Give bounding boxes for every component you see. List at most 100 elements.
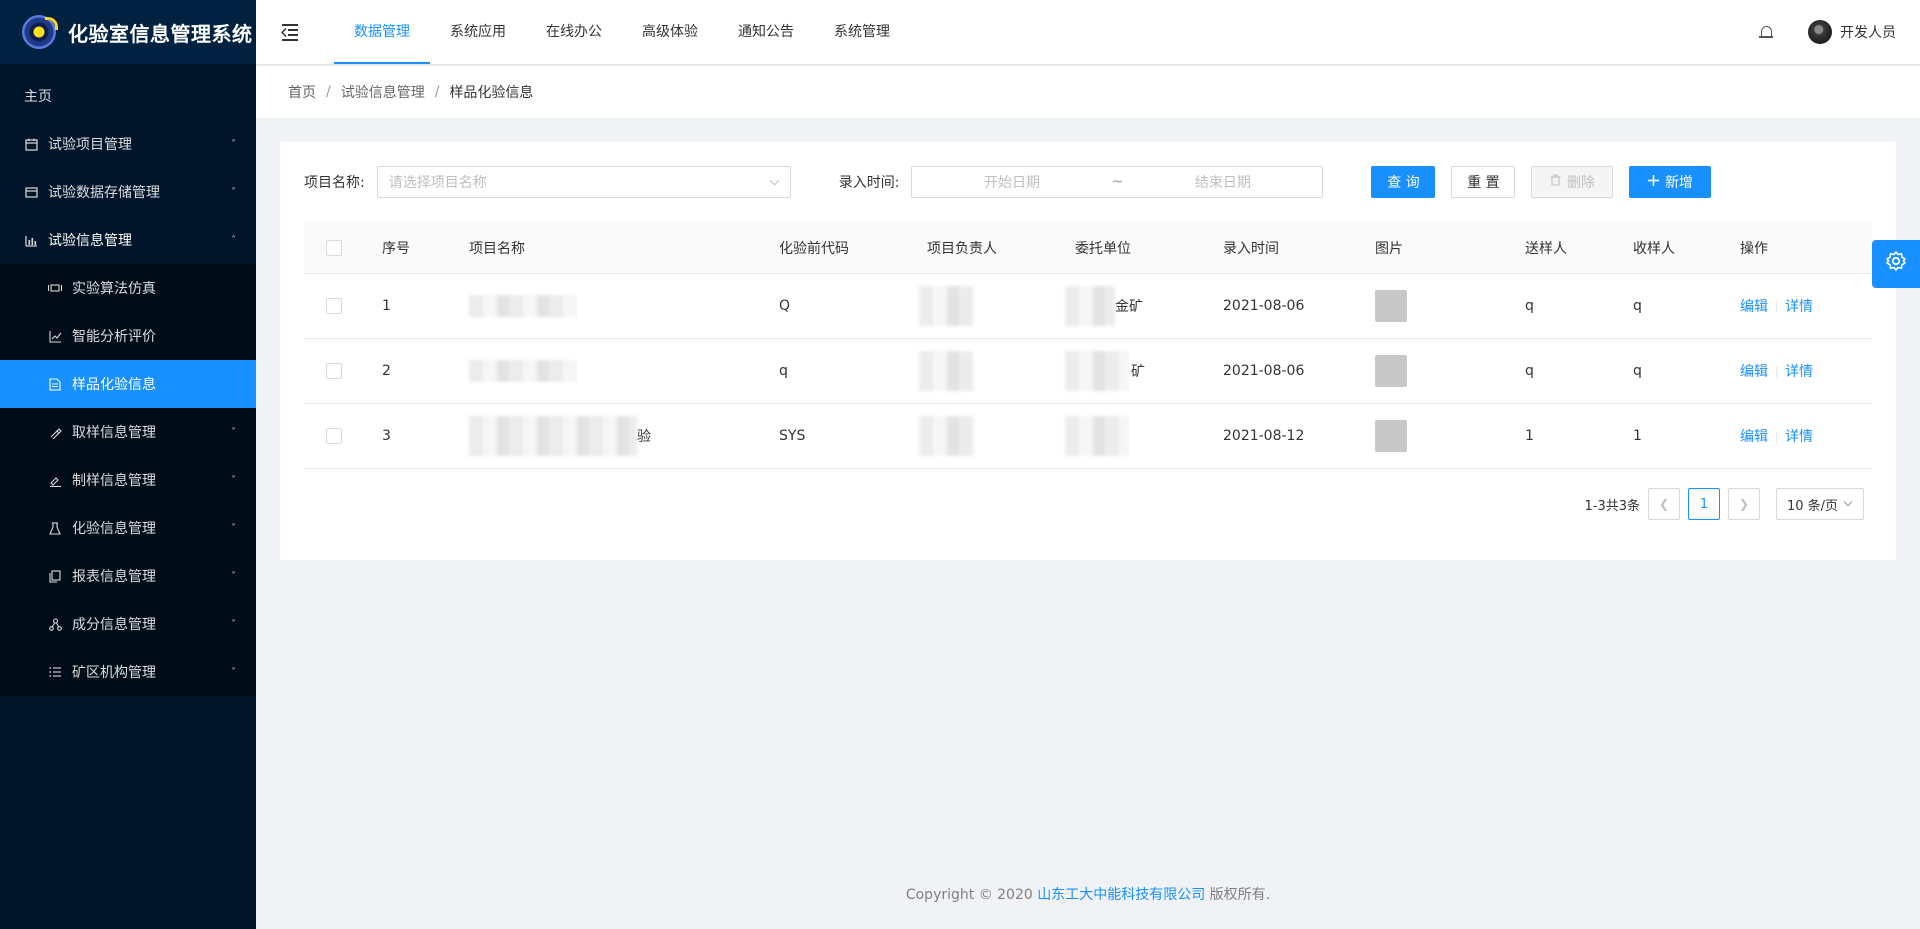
sidebar-item-home[interactable]: 主页 (0, 72, 256, 120)
redacted-text (1065, 286, 1115, 326)
sidebar-item-sampling[interactable]: 取样信息管理 ˅ (0, 408, 256, 456)
company-link[interactable]: 山东工大中能科技有限公司 (1037, 887, 1205, 903)
pagination: 1-3共3条 ❮ 1 ❯ 10 条/页 (1584, 488, 1864, 520)
app-title: 化验室信息管理系统 (68, 21, 253, 46)
sidebar-item-label: 矿区机构管理 (72, 665, 156, 681)
col-header-index: 序号 (382, 240, 410, 257)
select-all-checkbox[interactable] (326, 239, 342, 256)
menu-fold-icon[interactable] (278, 20, 302, 44)
redacted-text (1065, 416, 1129, 456)
redacted-text (919, 286, 973, 326)
chevron-down-icon: ˅ (231, 618, 236, 630)
copy-icon (48, 569, 62, 583)
end-date-input[interactable]: 结束日期 (1123, 172, 1322, 192)
detail-link[interactable]: 详情 (1785, 429, 1813, 445)
sidebar: 化验室信息管理系统 主页 试验项目管理 ˅ 试验数据存储管理 ˅ 试验信息管理 … (0, 0, 256, 929)
date-range-picker[interactable]: 开始日期 ~ 结束日期 (911, 166, 1324, 198)
edit-link[interactable]: 编辑 (1740, 429, 1768, 445)
cell-actions: 编辑 详情 (1740, 361, 1860, 381)
sidebar-item-label: 实验算法仿真 (72, 281, 156, 297)
sample-thumbnail[interactable] (1375, 355, 1407, 387)
page-size-select[interactable]: 10 条/页 (1776, 488, 1864, 520)
col-header-image: 图片 (1375, 240, 1403, 257)
cell-project-name: 验 (469, 416, 779, 456)
row-checkbox[interactable] (326, 363, 342, 379)
sidebar-item-assay[interactable]: 化验信息管理 ˅ (0, 504, 256, 552)
next-page-button[interactable]: ❯ (1728, 488, 1760, 520)
sample-table: 序号 项目名称 化验前代码 项目负责人 委托单位 录入时间 图片 送样人 收样人… (304, 222, 1872, 469)
cell-receiver: 1 (1633, 428, 1642, 444)
sidebar-item-label: 报表信息管理 (72, 569, 156, 585)
cell-receiver: q (1633, 298, 1642, 314)
query-button[interactable]: 查 询 (1371, 166, 1436, 198)
sidebar-item-sample-assay[interactable]: 样品化验信息 (0, 360, 256, 408)
table-header: 序号 项目名称 化验前代码 项目负责人 委托单位 录入时间 图片 送样人 收样人… (304, 222, 1872, 274)
cell-actions: 编辑 详情 (1740, 296, 1860, 316)
detail-link[interactable]: 详情 (1785, 364, 1813, 380)
topnav-advanced-experience[interactable]: 高级体验 (622, 0, 718, 64)
sidebar-item-data-storage[interactable]: 试验数据存储管理 ˅ (0, 168, 256, 216)
logo[interactable]: 化验室信息管理系统 (0, 0, 256, 64)
table-row: 1 Q 金矿 2021-08-06 q q 编辑 详情 (304, 274, 1872, 339)
edit-link[interactable]: 编辑 (1740, 299, 1768, 315)
entry-time-label: 录入时间: (838, 175, 900, 191)
sidebar-item-composition[interactable]: 成分信息管理 ˅ (0, 600, 256, 648)
sidebar-item-label: 智能分析评价 (72, 329, 156, 345)
tools-icon (48, 473, 62, 487)
pagination-summary: 1-3共3条 (1584, 498, 1640, 514)
col-header-entry-time: 录入时间 (1223, 240, 1279, 257)
breadcrumb-home[interactable]: 首页 (288, 82, 316, 102)
prev-page-button[interactable]: ❮ (1648, 488, 1680, 520)
sidebar-item-label: 取样信息管理 (72, 425, 156, 441)
cell-pre-assay-code: SYS (779, 428, 806, 444)
settings-drawer-button[interactable] (1872, 240, 1920, 288)
filter-bar: 项目名称: 请选择项目名称 录入时间: 开始日期 ~ 结束日期 查 询 重 置 … (304, 166, 1712, 198)
breadcrumb: 首页 / 试验信息管理 / 样品化验信息 (256, 66, 1920, 118)
page-number-button[interactable]: 1 (1688, 488, 1720, 520)
topnav-system-apps[interactable]: 系统应用 (430, 0, 526, 64)
footer: Copyright © 2020 山东工大中能科技有限公司 版权所有. (256, 884, 1920, 904)
copyright-suffix: 版权所有. (1205, 887, 1271, 903)
sidebar-item-smart-analysis[interactable]: 智能分析评价 (0, 312, 256, 360)
chevron-down-icon: ˅ (231, 426, 236, 438)
sidebar-item-algorithm-sim[interactable]: 实验算法仿真 (0, 264, 256, 312)
add-button[interactable]: 新增 (1629, 166, 1712, 198)
reset-button[interactable]: 重 置 (1451, 166, 1516, 198)
bell-icon[interactable] (1758, 24, 1774, 40)
redacted-text (919, 351, 973, 391)
topnav-data-management[interactable]: 数据管理 (334, 0, 430, 64)
sidebar-item-test-project[interactable]: 试验项目管理 ˅ (0, 120, 256, 168)
start-date-input[interactable]: 开始日期 (912, 172, 1111, 192)
edit-link[interactable]: 编辑 (1740, 364, 1768, 380)
sidebar-item-mining-org[interactable]: 矿区机构管理 ˅ (0, 648, 256, 696)
gear-icon (1885, 250, 1907, 278)
sample-thumbnail[interactable] (1375, 290, 1407, 322)
project-name-select[interactable]: 请选择项目名称 (376, 166, 791, 198)
cell-entry-time: 2021-08-06 (1223, 298, 1305, 314)
chevron-down-icon: ˅ (231, 522, 236, 534)
row-checkbox[interactable] (326, 298, 342, 314)
cell-actions: 编辑 详情 (1740, 426, 1860, 446)
detail-link[interactable]: 详情 (1785, 299, 1813, 315)
redacted-text (469, 295, 577, 317)
content-card: 项目名称: 请选择项目名称 录入时间: 开始日期 ~ 结束日期 查 询 重 置 … (280, 142, 1896, 560)
col-header-client-unit: 委托单位 (1075, 240, 1131, 257)
sidebar-item-sample-prep[interactable]: 制样信息管理 ˅ (0, 456, 256, 504)
plus-icon (1647, 174, 1659, 190)
topnav-online-office[interactable]: 在线办公 (526, 0, 622, 64)
sidebar-item-test-info[interactable]: 试验信息管理 ˄ (0, 216, 256, 264)
topnav-system-management[interactable]: 系统管理 (814, 0, 910, 64)
topnav-announcements[interactable]: 通知公告 (718, 0, 814, 64)
user-name[interactable]: 开发人员 (1840, 22, 1896, 42)
chevron-down-icon: ˅ (231, 666, 236, 678)
add-label: 新增 (1664, 175, 1693, 191)
divider (1776, 366, 1777, 378)
breadcrumb-test-info[interactable]: 试验信息管理 (341, 82, 425, 102)
delete-button[interactable]: 删除 (1531, 166, 1614, 198)
avatar[interactable] (1808, 20, 1832, 44)
sample-thumbnail[interactable] (1375, 420, 1407, 452)
sidebar-item-reports[interactable]: 报表信息管理 ˅ (0, 552, 256, 600)
cell-sender: 1 (1525, 428, 1534, 444)
chevron-down-icon (769, 175, 780, 186)
row-checkbox[interactable] (326, 428, 342, 444)
